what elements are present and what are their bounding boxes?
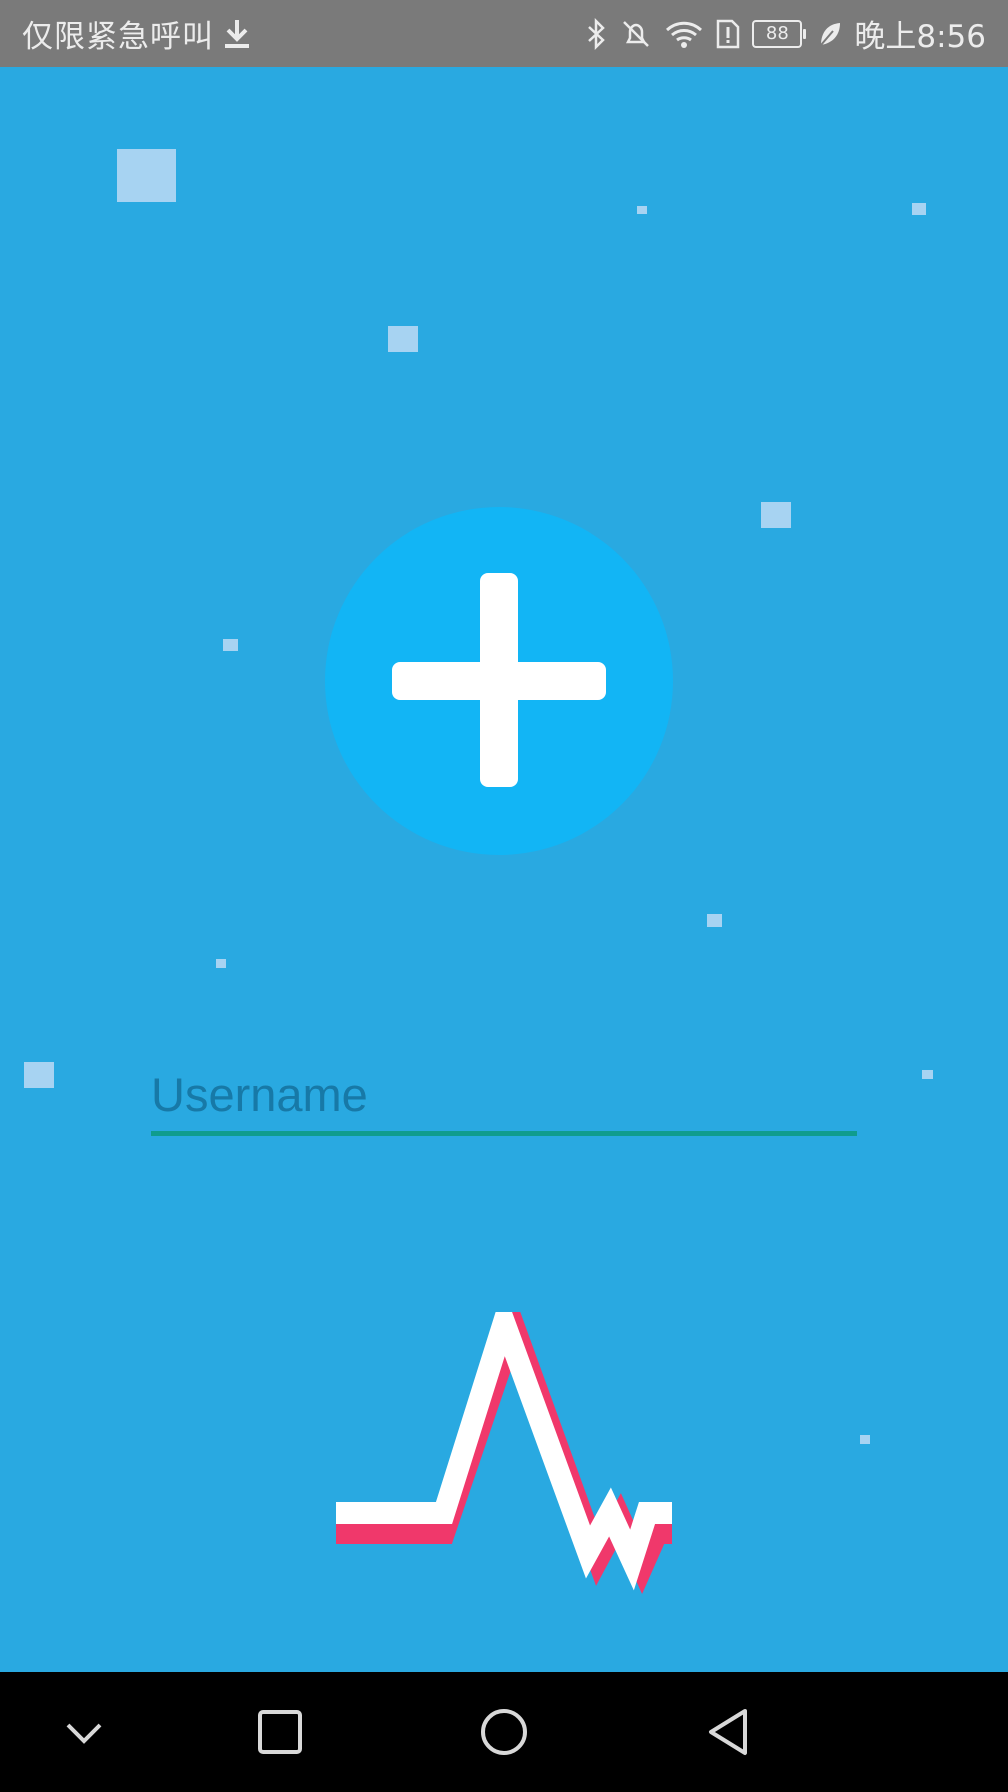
leaf-icon: [818, 20, 842, 48]
app-logo: [325, 507, 673, 855]
particle: [922, 1070, 933, 1079]
particle: [216, 959, 226, 968]
particle: [117, 149, 176, 202]
mute-icon: [620, 18, 652, 50]
heartbeat-logo: [330, 1287, 680, 1626]
carrier-text: 仅限紧急呼叫: [22, 19, 214, 55]
status-left: 仅限紧急呼叫: [22, 0, 252, 67]
sim-alert-icon: [716, 19, 740, 49]
login-screen: [0, 67, 1008, 1672]
recents-icon: [258, 1710, 302, 1754]
particle: [223, 639, 238, 651]
navigation-bar: [0, 1672, 1008, 1792]
status-right: 88 晚上8:56: [586, 0, 986, 67]
particle: [388, 326, 418, 352]
download-icon: [222, 18, 252, 50]
particle: [860, 1435, 870, 1444]
back-icon: [709, 1709, 747, 1755]
particle: [24, 1062, 54, 1088]
battery-level: 88: [765, 23, 789, 44]
home-button[interactable]: [464, 1692, 544, 1772]
battery-icon: 88: [752, 19, 807, 48]
heartbeat-icon: [336, 1287, 672, 1595]
clock: 晚上8:56: [854, 19, 986, 55]
status-bar: 仅限紧急呼叫 88 晚上8:56: [0, 0, 1008, 67]
back-button[interactable]: [688, 1692, 768, 1772]
collapse-button[interactable]: [44, 1692, 124, 1772]
particle: [761, 502, 791, 528]
home-icon: [481, 1709, 527, 1755]
particle: [637, 206, 647, 214]
chevron-down-icon: [66, 1723, 102, 1744]
username-field-container: [151, 1057, 857, 1137]
recents-button[interactable]: [240, 1692, 320, 1772]
bluetooth-icon: [586, 17, 608, 50]
wifi-icon: [664, 18, 704, 50]
username-input[interactable]: [151, 1057, 857, 1131]
username-underline: [151, 1131, 857, 1136]
plus-icon: [392, 573, 606, 787]
particle: [707, 914, 722, 927]
particle: [912, 203, 926, 215]
